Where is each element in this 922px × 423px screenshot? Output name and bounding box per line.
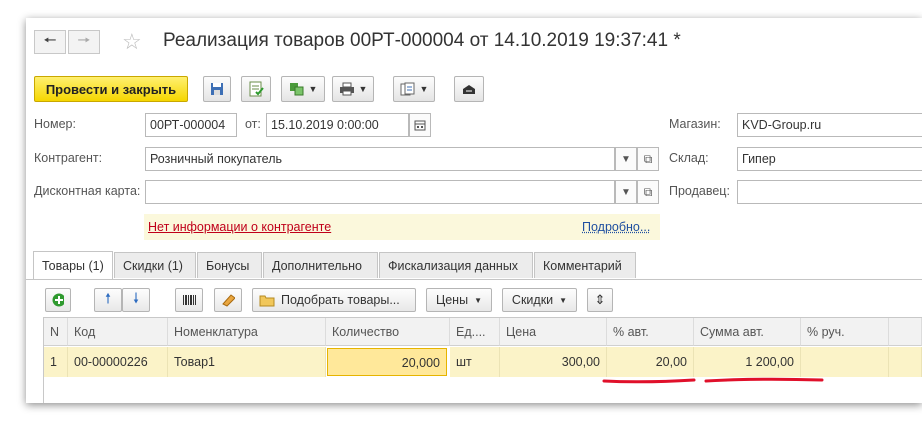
document-window: 🠔 🠖 ☆ Реализация товаров 00РТ-000004 от … xyxy=(26,18,922,403)
open-form-icon: ⧉ xyxy=(643,151,653,166)
details-link[interactable]: Подробно... xyxy=(582,220,650,234)
tab-discounts[interactable]: Скидки (1) xyxy=(114,252,196,278)
counterparty-open-button[interactable]: ⧉ xyxy=(637,147,659,171)
eraser-button[interactable] xyxy=(214,288,242,312)
select-goods-label: Подобрать товары... xyxy=(281,293,400,307)
column-header-price[interactable]: Цена xyxy=(500,318,607,346)
warehouse-label: Склад: xyxy=(669,151,709,165)
table-cell[interactable]: Товар1 xyxy=(168,347,326,377)
reports-icon xyxy=(400,82,415,96)
favorite-star-icon[interactable]: ☆ xyxy=(122,29,142,55)
barcode-icon xyxy=(183,295,196,305)
calendar-button[interactable] xyxy=(409,113,431,137)
chevron-down-icon: ▼ xyxy=(621,186,631,198)
barcode-button[interactable] xyxy=(175,288,203,312)
page-title: Реализация товаров 00РТ-000004 от 14.10.… xyxy=(163,30,681,51)
post-icon xyxy=(249,81,264,97)
discount-card-label: Дисконтная карта: xyxy=(34,184,141,198)
chevron-down-icon: ▼ xyxy=(474,295,482,305)
column-header-nomenclature[interactable]: Номенклатура xyxy=(168,318,326,346)
move-down-button[interactable]: 🠗 xyxy=(122,288,150,312)
discounts-button[interactable]: Скидки ▼ xyxy=(502,288,577,312)
reports-button[interactable]: ▼ xyxy=(393,76,435,102)
calendar-icon xyxy=(414,120,426,131)
tab-goods[interactable]: Товары (1) xyxy=(33,251,113,279)
seller-field[interactable] xyxy=(737,180,922,204)
table-cell[interactable]: шт xyxy=(450,347,500,377)
create-based-on-button[interactable]: ▼ xyxy=(281,76,325,102)
table-cell[interactable]: 1 200,00 xyxy=(694,347,801,377)
back-button[interactable]: 🠔 xyxy=(34,30,66,54)
date-field[interactable]: 15.10.2019 0:00:00 xyxy=(266,113,409,137)
post-and-close-button[interactable]: Провести и закрыть xyxy=(34,76,188,102)
number-label: Номер: xyxy=(34,117,76,131)
tab-fiscalization[interactable]: Фискализация данных xyxy=(379,252,533,278)
number-field[interactable]: 00РТ-000004 xyxy=(145,113,237,137)
arrow-right-icon: 🠖 xyxy=(77,31,91,49)
column-header-auto-sum[interactable]: Сумма авт. xyxy=(694,318,801,346)
add-row-button[interactable] xyxy=(45,288,71,312)
forward-button[interactable]: 🠖 xyxy=(68,30,100,54)
post-button[interactable] xyxy=(241,76,271,102)
cash-register-button[interactable] xyxy=(454,76,484,102)
tab-comment[interactable]: Комментарий xyxy=(534,252,636,278)
tab-bonuses[interactable]: Бонусы xyxy=(197,252,262,278)
table-cell[interactable] xyxy=(801,347,889,377)
save-icon xyxy=(211,83,223,95)
counterparty-info-bar: Нет информации о контрагенте Подробно... xyxy=(144,214,660,240)
eraser-icon xyxy=(222,294,235,307)
table-cell[interactable]: 300,00 xyxy=(500,347,607,377)
warehouse-field[interactable]: Гипер xyxy=(737,147,922,171)
create-based-on-icon xyxy=(289,83,304,96)
red-underline-annotation xyxy=(602,377,824,384)
chevron-down-icon: ▼ xyxy=(621,153,631,165)
column-header-n[interactable]: N xyxy=(44,318,68,346)
counterparty-info-link[interactable]: Нет информации о контрагенте xyxy=(148,220,331,234)
prices-label: Цены xyxy=(435,293,469,307)
column-header-manual-percent[interactable]: % руч. xyxy=(801,318,889,346)
chevron-down-icon: ▼ xyxy=(358,84,368,94)
cash-register-icon xyxy=(463,85,475,94)
discount-card-field[interactable] xyxy=(145,180,615,204)
discounts-label: Скидки xyxy=(511,293,554,307)
table-cell[interactable]: 00-00000226 xyxy=(68,347,168,377)
print-button[interactable]: ▼ xyxy=(332,76,374,102)
expand-button[interactable]: ⇕ xyxy=(587,288,613,312)
table-cell xyxy=(889,347,922,377)
expand-vertical-icon: ⇕ xyxy=(594,292,606,307)
counterparty-field[interactable]: Розничный покупатель xyxy=(145,147,615,171)
date-label: от: xyxy=(245,117,261,131)
discount-card-open-button[interactable]: ⧉ xyxy=(637,180,659,204)
chevron-down-icon: ▼ xyxy=(419,84,429,94)
arrow-down-icon: 🠗 xyxy=(132,290,139,306)
seller-label: Продавец: xyxy=(669,184,730,198)
discount-card-dropdown-button[interactable]: ▼ xyxy=(615,180,637,204)
column-header-code[interactable]: Код xyxy=(68,318,168,346)
store-field[interactable]: KVD-Group.ru xyxy=(737,113,922,137)
chevron-down-icon: ▼ xyxy=(559,295,568,305)
plus-circle-icon xyxy=(52,293,64,307)
arrow-left-icon: 🠔 xyxy=(43,31,57,49)
folder-icon xyxy=(259,295,275,307)
quantity-cell-active[interactable]: 20,000 xyxy=(327,348,447,376)
table-cell[interactable]: 20,00 xyxy=(607,347,694,377)
move-up-button[interactable]: 🠕 xyxy=(94,288,122,312)
counterparty-label: Контрагент: xyxy=(34,151,103,165)
chevron-down-icon: ▼ xyxy=(308,84,318,94)
table-cell[interactable]: 1 xyxy=(44,347,68,377)
column-header-extra xyxy=(889,318,922,346)
column-header-unit[interactable]: Ед.... xyxy=(450,318,500,346)
arrow-up-icon: 🠕 xyxy=(104,290,111,306)
counterparty-dropdown-button[interactable]: ▼ xyxy=(615,147,637,171)
prices-button[interactable]: Цены ▼ xyxy=(426,288,492,312)
print-icon xyxy=(339,82,354,96)
open-form-icon: ⧉ xyxy=(643,184,653,199)
tab-additional[interactable]: Дополнительно xyxy=(263,252,378,278)
store-label: Магазин: xyxy=(669,117,721,131)
select-goods-button[interactable]: Подобрать товары... xyxy=(252,288,416,312)
save-button[interactable] xyxy=(203,76,231,102)
column-header-auto-percent[interactable]: % авт. xyxy=(607,318,694,346)
column-header-quantity[interactable]: Количество xyxy=(326,318,450,346)
tabs-divider xyxy=(26,279,922,280)
